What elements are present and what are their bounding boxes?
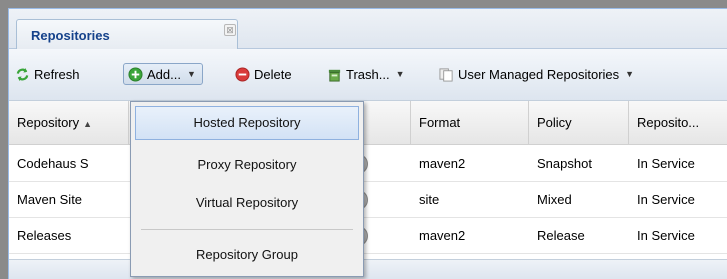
add-dropdown-menu: Hosted Repository Proxy Repository Virtu… xyxy=(130,101,364,277)
chevron-down-icon: ▼ xyxy=(186,69,196,79)
refresh-button[interactable]: Refresh xyxy=(15,63,80,85)
trash-button[interactable]: Trash... ▼ xyxy=(327,63,405,85)
repository-name: Codehaus S xyxy=(17,156,89,171)
sort-ascending-icon: ▲ xyxy=(83,119,93,129)
repositories-icon xyxy=(439,67,453,82)
user-managed-label: User Managed Repositories xyxy=(458,66,620,82)
column-header-format[interactable]: Format xyxy=(411,101,529,145)
column-header-status[interactable]: Reposito... xyxy=(629,101,727,145)
delete-button[interactable]: Delete xyxy=(235,63,292,85)
tab-strip: Repositories ⊠ xyxy=(9,9,727,49)
menu-item-proxy-repository[interactable]: Proxy Repository xyxy=(135,148,359,182)
refresh-label: Refresh xyxy=(34,66,80,82)
delete-label: Delete xyxy=(254,66,292,82)
add-button[interactable]: Add... ▼ xyxy=(123,63,203,85)
menu-separator xyxy=(141,229,353,230)
repository-policy: Snapshot xyxy=(537,156,592,171)
column-header-repository[interactable]: Repository ▲ xyxy=(9,101,129,145)
user-managed-repositories-button[interactable]: User Managed Repositories ▼ xyxy=(439,63,634,85)
repository-format: maven2 xyxy=(419,156,466,171)
tab-repositories[interactable]: Repositories ⊠ xyxy=(16,19,238,49)
repository-status: In Service xyxy=(637,228,695,243)
grid-header: Repository ▲ Format Policy Reposito... xyxy=(9,101,727,145)
repository-name: Releases xyxy=(17,228,72,243)
add-icon xyxy=(128,66,143,82)
chevron-down-icon: ▼ xyxy=(395,69,405,79)
repository-format: maven2 xyxy=(419,228,466,243)
menu-item-virtual-repository[interactable]: Virtual Repository xyxy=(135,186,359,220)
close-icon[interactable]: ⊠ xyxy=(224,24,236,36)
tab-title: Repositories xyxy=(31,28,110,43)
repository-name: Maven Site xyxy=(17,192,83,207)
toolbar: Refresh Add... ▼ Delete Trash... ▼ User … xyxy=(9,49,727,101)
delete-icon xyxy=(235,66,250,82)
column-header-policy[interactable]: Policy xyxy=(529,101,629,145)
chevron-down-icon: ▼ xyxy=(625,69,635,79)
table-row[interactable]: Releases maven2 Release In Service xyxy=(9,218,727,254)
trash-label: Trash... xyxy=(346,66,390,82)
repository-status: In Service xyxy=(637,192,695,207)
repositories-panel: Repositories ⊠ Refresh Add... ▼ Delete T… xyxy=(8,8,727,279)
trash-icon xyxy=(328,69,341,82)
refresh-icon xyxy=(16,67,29,81)
table-row[interactable]: Maven Site site Mixed In Service xyxy=(9,182,727,218)
repository-policy: Mixed xyxy=(537,192,572,207)
repository-format: site xyxy=(419,192,440,207)
repository-status: In Service xyxy=(637,156,695,171)
menu-item-repository-group[interactable]: Repository Group xyxy=(135,238,359,272)
grid-footer xyxy=(9,259,727,279)
table-row[interactable]: Codehaus S maven2 Snapshot In Service xyxy=(9,146,727,182)
menu-item-hosted-repository[interactable]: Hosted Repository xyxy=(135,106,359,140)
add-label: Add... xyxy=(147,66,181,82)
repository-policy: Release xyxy=(537,228,585,243)
